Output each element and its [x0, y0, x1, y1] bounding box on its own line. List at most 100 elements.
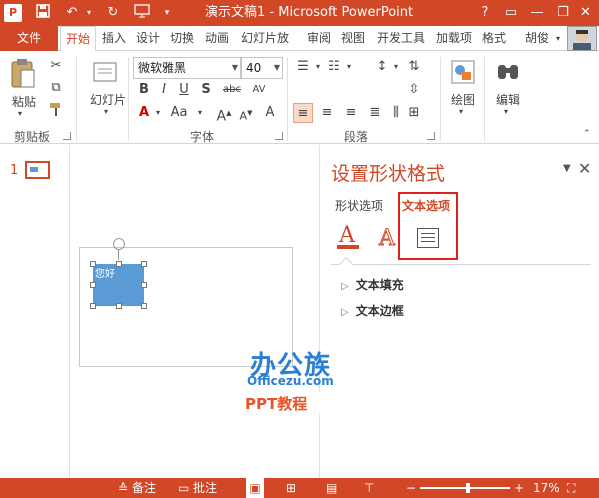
collapse-ribbon-icon[interactable]: ⌃: [583, 129, 591, 139]
change-case-dropdown-icon[interactable]: ▾: [190, 103, 210, 123]
new-slide-icon[interactable]: [91, 59, 119, 87]
shapes-icon[interactable]: [449, 59, 477, 87]
tab-review[interactable]: 审阅: [304, 26, 334, 51]
save-icon[interactable]: [34, 4, 52, 22]
section-text-fill[interactable]: ▷ 文本填充: [341, 276, 404, 293]
align-right-icon[interactable]: ≡: [341, 103, 361, 123]
comments-button[interactable]: 批注: [193, 478, 217, 498]
strikethrough-button[interactable]: abc: [220, 80, 244, 100]
resize-handle[interactable]: [90, 282, 96, 288]
align-center-icon[interactable]: ≡: [317, 103, 337, 123]
font-shrink-icon[interactable]: A▼: [236, 103, 256, 123]
tab-design[interactable]: 设计: [133, 26, 163, 51]
normal-view-icon[interactable]: ▣: [246, 478, 264, 498]
close-icon[interactable]: ✕: [572, 0, 599, 26]
zoom-out-icon[interactable]: −: [406, 478, 416, 498]
slide-sorter-icon[interactable]: ⊞: [286, 478, 296, 498]
bold-button[interactable]: B: [134, 80, 154, 100]
font-size-field[interactable]: 40 ▼: [241, 57, 283, 79]
font-size-dropdown-icon[interactable]: ▼: [274, 58, 280, 78]
copy-icon[interactable]: ⧉: [46, 78, 66, 98]
font-color-dropdown-icon[interactable]: ▾: [148, 103, 168, 123]
italic-button[interactable]: I: [154, 80, 174, 100]
shadow-button[interactable]: S: [196, 80, 216, 100]
tab-developer[interactable]: 开发工具: [373, 26, 429, 51]
paragraph-launcher-icon[interactable]: [427, 132, 435, 140]
drawing-button[interactable]: 绘图: [450, 91, 476, 108]
shape-text[interactable]: 您好: [95, 265, 115, 280]
text-box-icon[interactable]: [417, 228, 439, 248]
tab-home[interactable]: 开始: [60, 26, 96, 52]
resize-handle[interactable]: [141, 282, 147, 288]
align-text-icon[interactable]: ⇳: [404, 80, 424, 100]
text-fill-icon[interactable]: A: [335, 223, 363, 251]
text-direction-icon[interactable]: ⇅: [404, 57, 424, 77]
resize-handle[interactable]: [90, 303, 96, 309]
font-name-dropdown-icon[interactable]: ▼: [232, 58, 238, 78]
justify-icon[interactable]: ≣: [365, 103, 385, 123]
comments-icon[interactable]: ▭: [178, 478, 189, 498]
paste-icon[interactable]: [8, 57, 38, 93]
line-spacing-dropdown-icon[interactable]: ▾: [386, 57, 406, 77]
tab-file[interactable]: 文件: [0, 26, 58, 51]
start-from-beginning-icon[interactable]: [133, 4, 151, 22]
pane-options-dropdown-icon[interactable]: ▼: [563, 163, 571, 174]
drawing-dropdown-icon[interactable]: ▾: [459, 107, 463, 116]
text-effects-icon[interactable]: A: [375, 223, 403, 252]
slide-editing-area[interactable]: [71, 145, 318, 478]
redo-icon[interactable]: ↻: [104, 4, 122, 22]
cut-icon[interactable]: ✂: [46, 56, 66, 76]
pane-close-icon[interactable]: ✕: [578, 159, 591, 178]
tab-transitions[interactable]: 切换: [167, 26, 197, 51]
zoom-in-icon[interactable]: +: [514, 478, 524, 498]
section-text-outline[interactable]: ▷ 文本边框: [341, 302, 404, 319]
avatar[interactable]: [567, 26, 597, 51]
paste-dropdown-icon[interactable]: ▾: [18, 109, 22, 118]
clipboard-launcher-icon[interactable]: [63, 132, 71, 140]
zoom-slider[interactable]: [420, 487, 510, 489]
user-name[interactable]: 胡俊: [520, 26, 554, 51]
editing-button[interactable]: 编辑: [495, 91, 521, 108]
tab-addins[interactable]: 加载项: [432, 26, 476, 51]
tab-animations[interactable]: 动画: [202, 26, 232, 51]
undo-dropdown-icon[interactable]: ▾: [80, 4, 98, 22]
resize-handle[interactable]: [141, 303, 147, 309]
format-painter-icon[interactable]: [46, 101, 66, 121]
resize-handle[interactable]: [141, 261, 147, 267]
slideshow-icon[interactable]: ⊤: [364, 478, 374, 498]
align-left-icon[interactable]: ≡: [293, 103, 313, 123]
font-grow-icon[interactable]: A▲: [214, 103, 234, 125]
zoom-slider-thumb[interactable]: [466, 483, 470, 493]
tab-format[interactable]: 格式: [479, 26, 509, 51]
slides-button[interactable]: 幻灯片: [88, 91, 128, 108]
editing-dropdown-icon[interactable]: ▾: [504, 107, 508, 116]
character-spacing-button[interactable]: AV: [249, 80, 269, 100]
tab-shape-options[interactable]: 形状选项: [335, 197, 383, 214]
tab-insert[interactable]: 插入: [99, 26, 129, 51]
smartart-icon[interactable]: ⊞: [404, 103, 424, 123]
notes-button[interactable]: 备注: [132, 478, 156, 498]
clear-formatting-icon[interactable]: A: [260, 103, 280, 123]
paste-button[interactable]: 粘贴: [9, 93, 39, 110]
rotate-handle-icon[interactable]: [113, 238, 125, 250]
tab-slideshow[interactable]: 幻灯片放: [237, 26, 293, 51]
tab-view[interactable]: 视图: [338, 26, 368, 51]
numbering-dropdown-icon[interactable]: ▾: [339, 57, 359, 77]
notes-icon[interactable]: ≙: [118, 478, 128, 498]
resize-handle[interactable]: [90, 261, 96, 267]
customize-qat-icon[interactable]: ▾: [158, 4, 176, 22]
font-launcher-icon[interactable]: [275, 132, 283, 140]
font-name-field[interactable]: 微软雅黑 ▼: [133, 57, 241, 79]
slides-dropdown-icon[interactable]: ▾: [104, 107, 108, 116]
zoom-level[interactable]: 17%: [533, 478, 560, 498]
underline-button[interactable]: U: [174, 80, 194, 100]
reading-view-icon[interactable]: ▤: [326, 478, 337, 498]
resize-handle[interactable]: [116, 261, 122, 267]
powerpoint-icon[interactable]: P: [4, 4, 22, 22]
columns-icon[interactable]: ⫼: [386, 103, 406, 123]
user-dropdown-icon[interactable]: ▾: [553, 26, 563, 51]
resize-handle[interactable]: [116, 303, 122, 309]
binoculars-icon[interactable]: [494, 59, 522, 87]
undo-icon[interactable]: ↶: [63, 4, 81, 22]
change-case-button[interactable]: Aa: [166, 103, 192, 123]
